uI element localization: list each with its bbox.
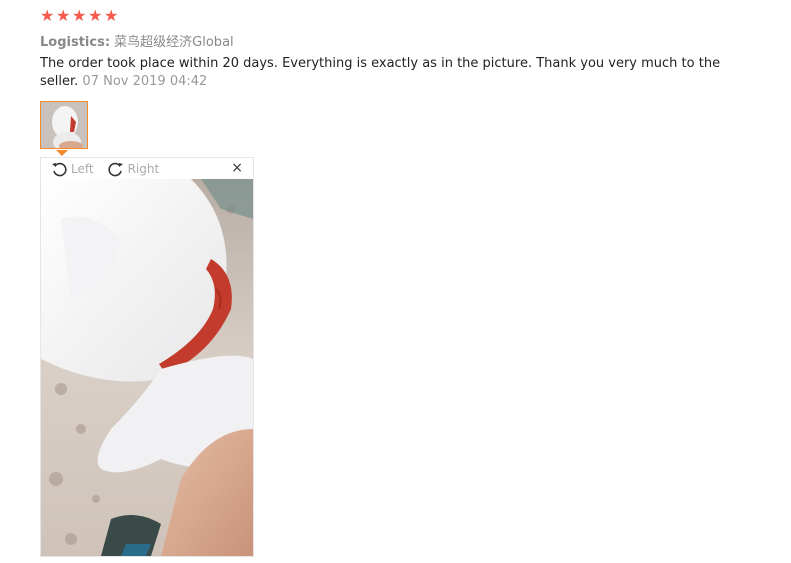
cat-thumbnail-image xyxy=(41,102,87,148)
image-viewer: Left Right × xyxy=(40,157,254,557)
star-icon: ★ xyxy=(88,6,103,25)
rotate-left-icon xyxy=(52,162,67,176)
logistics-value: 菜鸟超级经济Global xyxy=(114,35,234,50)
star-icon: ★ xyxy=(104,6,119,25)
star-icon: ★ xyxy=(72,6,87,25)
rotate-left-label: Left xyxy=(71,161,94,176)
rotate-left-button[interactable]: Left xyxy=(51,161,94,177)
rotate-right-label: Right xyxy=(127,161,160,176)
review-photo-thumbnail[interactable] xyxy=(40,101,88,149)
review-photo-large xyxy=(41,179,253,556)
thumbnail-pointer xyxy=(56,150,68,156)
star-icon: ★ xyxy=(40,6,55,25)
review-text: The order took place within 20 days. Eve… xyxy=(40,55,760,91)
logistics-label: Logistics: xyxy=(40,35,111,50)
logistics-line: Logistics: 菜鸟超级经济Global xyxy=(40,31,234,50)
cat-photo-image xyxy=(41,179,253,556)
close-icon[interactable]: × xyxy=(231,160,243,176)
rating-stars: ★ ★ ★ ★ ★ xyxy=(40,6,119,25)
star-icon: ★ xyxy=(56,6,71,25)
rotate-right-button[interactable]: Right xyxy=(108,161,160,177)
review-date: 07 Nov 2019 04:42 xyxy=(82,74,208,89)
viewer-toolbar: Left Right × xyxy=(41,158,253,179)
rotate-right-icon xyxy=(108,162,123,176)
